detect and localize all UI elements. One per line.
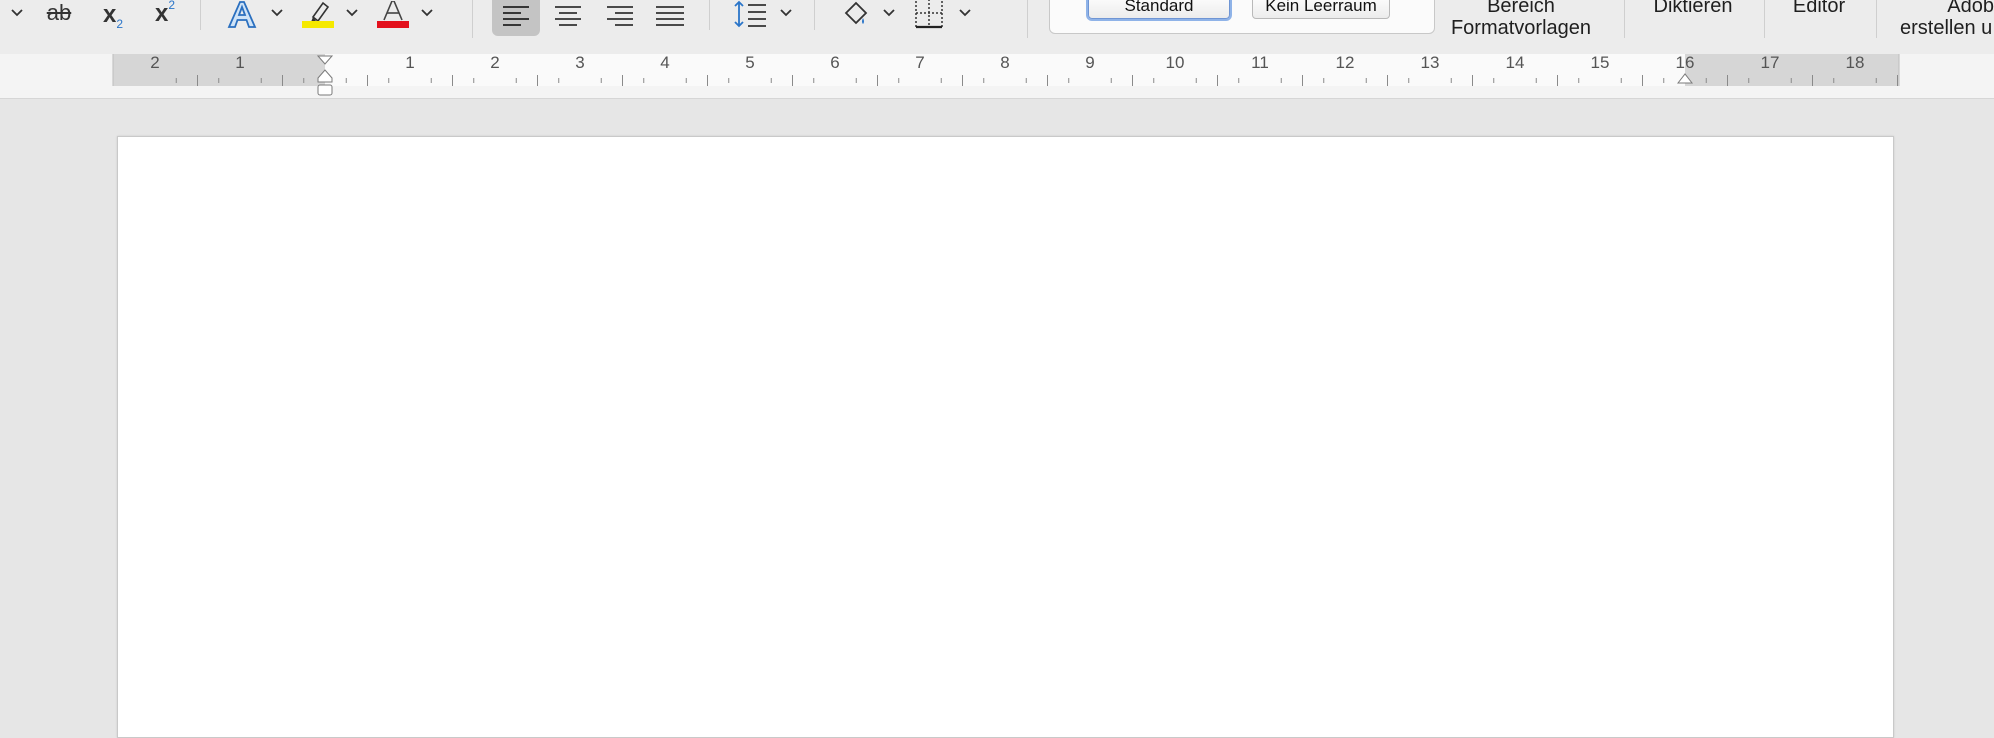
ruler-label: 3 <box>575 54 584 72</box>
separator <box>472 0 473 38</box>
ruler-label: 2 <box>150 54 159 72</box>
superscript-index: 2 <box>168 0 176 12</box>
subscript-button[interactable]: x2 <box>96 0 130 31</box>
ruler-right-margin <box>1685 54 1899 86</box>
ruler-label: 10 <box>1166 54 1185 72</box>
chevron-down-icon[interactable] <box>8 2 26 24</box>
justify-icon <box>656 6 684 26</box>
font-color-button[interactable] <box>375 0 411 30</box>
highlight-dropdown-icon[interactable] <box>343 2 361 24</box>
separator <box>814 0 815 30</box>
ruler-label: 12 <box>1336 54 1355 72</box>
paint-bucket-icon <box>844 1 868 25</box>
ruler-label: 14 <box>1506 54 1525 72</box>
superscript-glyph: x <box>154 0 169 27</box>
horizontal-ruler[interactable]: 2 1 1 2 3 4 5 6 7 8 9 10 11 12 13 14 15 16 17 18 <box>0 54 1994 99</box>
highlight-color-swatch <box>302 21 334 28</box>
separator <box>709 0 710 30</box>
ruler-label: 1 <box>235 54 244 72</box>
highlight-button[interactable] <box>300 0 336 30</box>
editor-label: Editor <box>1792 0 1846 17</box>
borders-icon <box>915 0 943 29</box>
styles-pane-label-line2: Formatvorlagen <box>1450 17 1592 39</box>
subscript-index: 2 <box>116 17 124 31</box>
ruler-label: 17 <box>1761 54 1780 72</box>
align-center-icon <box>555 6 581 26</box>
line-spacing-button[interactable] <box>728 0 772 36</box>
dictate-label: Diktieren <box>1653 0 1733 17</box>
text-effects-button[interactable] <box>222 0 262 30</box>
align-right-button[interactable] <box>596 0 644 36</box>
ruler-label: 6 <box>830 54 839 72</box>
subscript-icon: x2 <box>102 1 124 31</box>
ruler-label: 7 <box>915 54 924 72</box>
dictate-button[interactable]: Diktieren <box>1636 0 1750 24</box>
separator <box>200 0 201 30</box>
font-color-swatch <box>377 21 409 28</box>
separator <box>1027 0 1028 38</box>
ruler-label: 4 <box>660 54 669 72</box>
adobe-label-line2: erstellen u <box>1900 17 1993 39</box>
text-effects-dropdown-icon[interactable] <box>268 2 286 24</box>
justify-button[interactable] <box>646 0 694 36</box>
separator <box>1624 0 1625 38</box>
separator <box>1764 0 1765 38</box>
ribbon: ab x2 x2 Standard Kein Leerraum Bereich … <box>0 0 1994 55</box>
editor-button[interactable]: Editor <box>1776 0 1862 24</box>
borders-dropdown-icon[interactable] <box>956 2 974 24</box>
shading-dropdown-icon[interactable] <box>880 2 898 24</box>
font-color-dropdown-icon[interactable] <box>418 2 436 24</box>
ruler-label: 9 <box>1085 54 1094 72</box>
ruler-scale: 2 1 1 2 3 4 5 6 7 8 9 10 11 12 13 14 15 16 17 18 <box>112 54 1900 96</box>
align-center-button[interactable] <box>544 0 592 36</box>
text-effects-icon <box>227 1 257 28</box>
align-left-icon <box>503 6 529 26</box>
ruler-label: 11 <box>1251 54 1269 72</box>
superscript-button[interactable]: x2 <box>148 0 182 28</box>
styles-pane-button[interactable]: Bereich Formatvorlagen <box>1440 0 1602 40</box>
ruler-label: 1 <box>405 54 414 72</box>
strikethrough-icon: ab <box>46 0 72 25</box>
ruler-labels: 2 1 1 2 3 4 5 6 7 8 9 10 11 12 13 14 15 16 17 18 <box>150 54 1864 72</box>
document-page[interactable] <box>117 136 1894 738</box>
ruler-label: 5 <box>745 54 754 72</box>
adobe-create-button[interactable]: Adob erstellen u <box>1896 0 1994 40</box>
ruler-label: 2 <box>490 54 499 72</box>
style-gallery: Standard Kein Leerraum <box>1049 0 1435 34</box>
strikethrough-button[interactable]: ab <box>38 0 80 26</box>
font-color-icon <box>377 1 409 28</box>
separator <box>1876 0 1877 38</box>
style-standard[interactable]: Standard <box>1088 0 1230 19</box>
line-spacing-dropdown-icon[interactable] <box>777 2 795 24</box>
align-left-button[interactable] <box>492 0 540 36</box>
line-spacing-icon <box>734 0 766 28</box>
ruler-label: 16 <box>1676 54 1695 72</box>
ruler-label: 18 <box>1846 54 1865 72</box>
superscript-icon: x2 <box>155 0 175 28</box>
align-right-icon <box>607 6 633 26</box>
shading-button[interactable] <box>836 0 876 32</box>
ruler-label: 15 <box>1591 54 1610 72</box>
ruler-label: 8 <box>1000 54 1009 72</box>
style-no-spacing[interactable]: Kein Leerraum <box>1252 0 1390 19</box>
subscript-glyph: x <box>102 1 117 28</box>
borders-button[interactable] <box>908 0 950 32</box>
highlighter-icon <box>302 1 334 28</box>
ruler-label: 13 <box>1421 54 1440 72</box>
